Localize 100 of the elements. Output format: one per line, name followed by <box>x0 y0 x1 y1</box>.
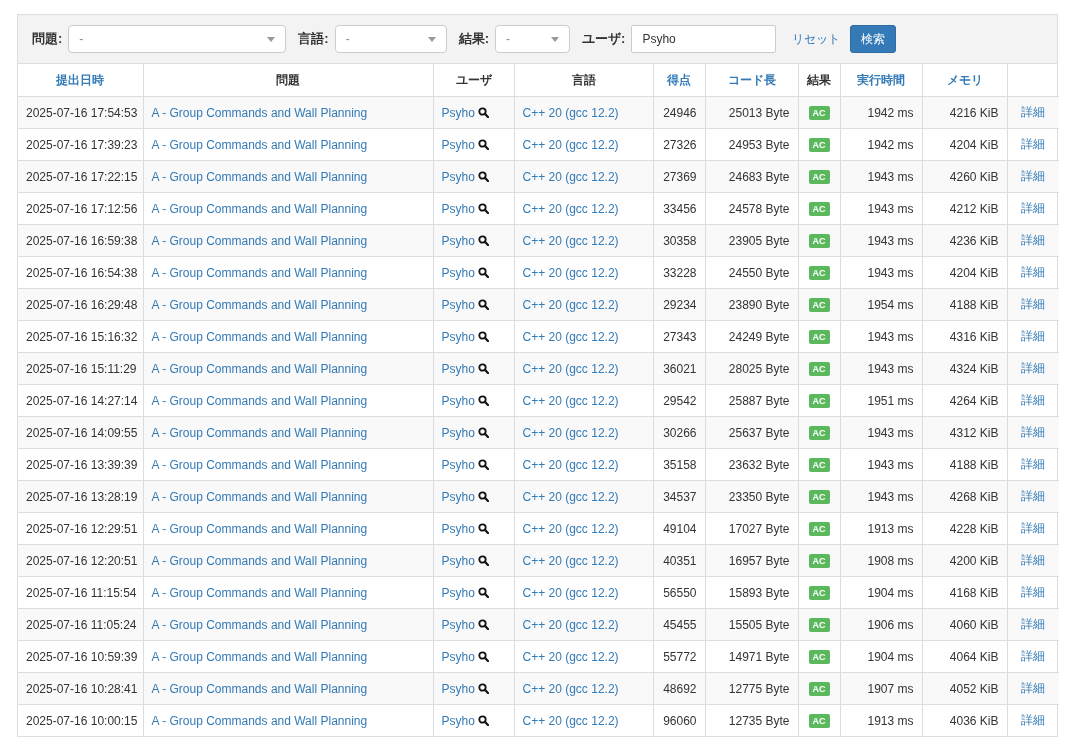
problem-link[interactable]: A - Group Commands and Wall Planning <box>151 105 368 120</box>
language-link[interactable]: C++ 20 (gcc 12.2) <box>522 297 619 312</box>
detail-link[interactable]: 詳細 <box>1021 393 1046 407</box>
detail-link[interactable]: 詳細 <box>1021 265 1046 279</box>
user-link[interactable]: Psyho <box>441 521 475 536</box>
detail-link[interactable]: 詳細 <box>1021 617 1046 631</box>
search-icon[interactable] <box>477 491 489 502</box>
search-icon[interactable] <box>477 683 489 694</box>
problem-link[interactable]: A - Group Commands and Wall Planning <box>151 297 368 312</box>
search-icon[interactable] <box>477 331 489 342</box>
search-icon[interactable] <box>477 459 489 470</box>
problem-link[interactable]: A - Group Commands and Wall Planning <box>151 521 368 536</box>
search-icon[interactable] <box>477 235 489 246</box>
user-link[interactable]: Psyho <box>441 649 475 664</box>
language-link[interactable]: C++ 20 (gcc 12.2) <box>522 521 619 536</box>
detail-link[interactable]: 詳細 <box>1021 521 1046 535</box>
sort-link[interactable]: 実行時間 <box>857 72 905 87</box>
problem-link[interactable]: A - Group Commands and Wall Planning <box>151 585 368 600</box>
problem-link[interactable]: A - Group Commands and Wall Planning <box>151 393 368 408</box>
search-icon[interactable] <box>477 395 489 406</box>
language-link[interactable]: C++ 20 (gcc 12.2) <box>522 489 619 504</box>
language-link[interactable]: C++ 20 (gcc 12.2) <box>522 105 619 120</box>
search-icon[interactable] <box>477 363 489 374</box>
language-link[interactable]: C++ 20 (gcc 12.2) <box>522 585 619 600</box>
problem-link[interactable]: A - Group Commands and Wall Planning <box>151 617 368 632</box>
problem-link[interactable]: A - Group Commands and Wall Planning <box>151 137 368 152</box>
user-link[interactable]: Psyho <box>441 617 475 632</box>
search-icon[interactable] <box>477 619 489 630</box>
problem-link[interactable]: A - Group Commands and Wall Planning <box>151 361 368 376</box>
search-icon[interactable] <box>477 715 489 726</box>
user-link[interactable]: Psyho <box>441 105 475 120</box>
detail-link[interactable]: 詳細 <box>1021 297 1046 311</box>
detail-link[interactable]: 詳細 <box>1021 201 1046 215</box>
user-link[interactable]: Psyho <box>441 329 475 344</box>
search-icon[interactable] <box>477 203 489 214</box>
detail-link[interactable]: 詳細 <box>1021 105 1046 119</box>
problem-link[interactable]: A - Group Commands and Wall Planning <box>151 201 368 216</box>
search-icon[interactable] <box>477 267 489 278</box>
user-link[interactable]: Psyho <box>441 489 475 504</box>
detail-link[interactable]: 詳細 <box>1021 137 1046 151</box>
filter-dropdown[interactable]: - <box>495 25 571 53</box>
language-link[interactable]: C++ 20 (gcc 12.2) <box>522 553 619 568</box>
search-icon[interactable] <box>477 427 489 438</box>
sort-link[interactable]: 得点 <box>667 72 691 87</box>
user-link[interactable]: Psyho <box>441 457 475 472</box>
user-link[interactable]: Psyho <box>441 297 475 312</box>
filter-dropdown[interactable]: - <box>68 25 287 53</box>
search-button[interactable]: 検索 <box>850 25 897 53</box>
problem-link[interactable]: A - Group Commands and Wall Planning <box>151 553 368 568</box>
sort-link[interactable]: コード長 <box>727 72 776 87</box>
detail-link[interactable]: 詳細 <box>1021 361 1046 375</box>
detail-link[interactable]: 詳細 <box>1021 489 1046 503</box>
user-link[interactable]: Psyho <box>441 681 475 696</box>
detail-link[interactable]: 詳細 <box>1021 553 1046 567</box>
sort-link[interactable]: 提出日時 <box>56 72 105 87</box>
detail-link[interactable]: 詳細 <box>1021 425 1046 439</box>
language-link[interactable]: C++ 20 (gcc 12.2) <box>522 425 619 440</box>
detail-link[interactable]: 詳細 <box>1021 233 1046 247</box>
problem-link[interactable]: A - Group Commands and Wall Planning <box>151 425 368 440</box>
detail-link[interactable]: 詳細 <box>1021 169 1046 183</box>
language-link[interactable]: C++ 20 (gcc 12.2) <box>522 233 619 248</box>
problem-link[interactable]: A - Group Commands and Wall Planning <box>151 169 368 184</box>
language-link[interactable]: C++ 20 (gcc 12.2) <box>522 617 619 632</box>
language-link[interactable]: C++ 20 (gcc 12.2) <box>522 201 619 216</box>
user-link[interactable]: Psyho <box>441 713 475 728</box>
detail-link[interactable]: 詳細 <box>1021 457 1046 471</box>
user-link[interactable]: Psyho <box>441 233 475 248</box>
search-icon[interactable] <box>477 523 489 534</box>
search-icon[interactable] <box>477 555 489 566</box>
user-link[interactable]: Psyho <box>441 137 475 152</box>
user-link[interactable]: Psyho <box>441 201 475 216</box>
language-link[interactable]: C++ 20 (gcc 12.2) <box>522 393 619 408</box>
user-link[interactable]: Psyho <box>441 169 475 184</box>
detail-link[interactable]: 詳細 <box>1021 649 1046 663</box>
language-link[interactable]: C++ 20 (gcc 12.2) <box>522 329 619 344</box>
problem-link[interactable]: A - Group Commands and Wall Planning <box>151 649 368 664</box>
detail-link[interactable]: 詳細 <box>1021 329 1046 343</box>
sort-link[interactable]: メモリ <box>946 72 983 87</box>
search-icon[interactable] <box>477 139 489 150</box>
problem-link[interactable]: A - Group Commands and Wall Planning <box>151 489 368 504</box>
problem-link[interactable]: A - Group Commands and Wall Planning <box>151 329 368 344</box>
language-link[interactable]: C++ 20 (gcc 12.2) <box>522 265 619 280</box>
problem-link[interactable]: A - Group Commands and Wall Planning <box>151 265 368 280</box>
language-link[interactable]: C++ 20 (gcc 12.2) <box>522 361 619 376</box>
language-link[interactable]: C++ 20 (gcc 12.2) <box>522 457 619 472</box>
language-link[interactable]: C++ 20 (gcc 12.2) <box>522 681 619 696</box>
search-icon[interactable] <box>477 107 489 118</box>
reset-link[interactable]: リセット <box>792 30 841 48</box>
user-link[interactable]: Psyho <box>441 585 475 600</box>
language-link[interactable]: C++ 20 (gcc 12.2) <box>522 137 619 152</box>
detail-link[interactable]: 詳細 <box>1021 713 1046 727</box>
user-link[interactable]: Psyho <box>441 553 475 568</box>
language-link[interactable]: C++ 20 (gcc 12.2) <box>522 713 619 728</box>
search-icon[interactable] <box>477 587 489 598</box>
filter-dropdown[interactable]: - <box>334 25 447 53</box>
user-link[interactable]: Psyho <box>441 393 475 408</box>
problem-link[interactable]: A - Group Commands and Wall Planning <box>151 681 368 696</box>
user-link[interactable]: Psyho <box>441 425 475 440</box>
problem-link[interactable]: A - Group Commands and Wall Planning <box>151 233 368 248</box>
detail-link[interactable]: 詳細 <box>1021 585 1046 599</box>
